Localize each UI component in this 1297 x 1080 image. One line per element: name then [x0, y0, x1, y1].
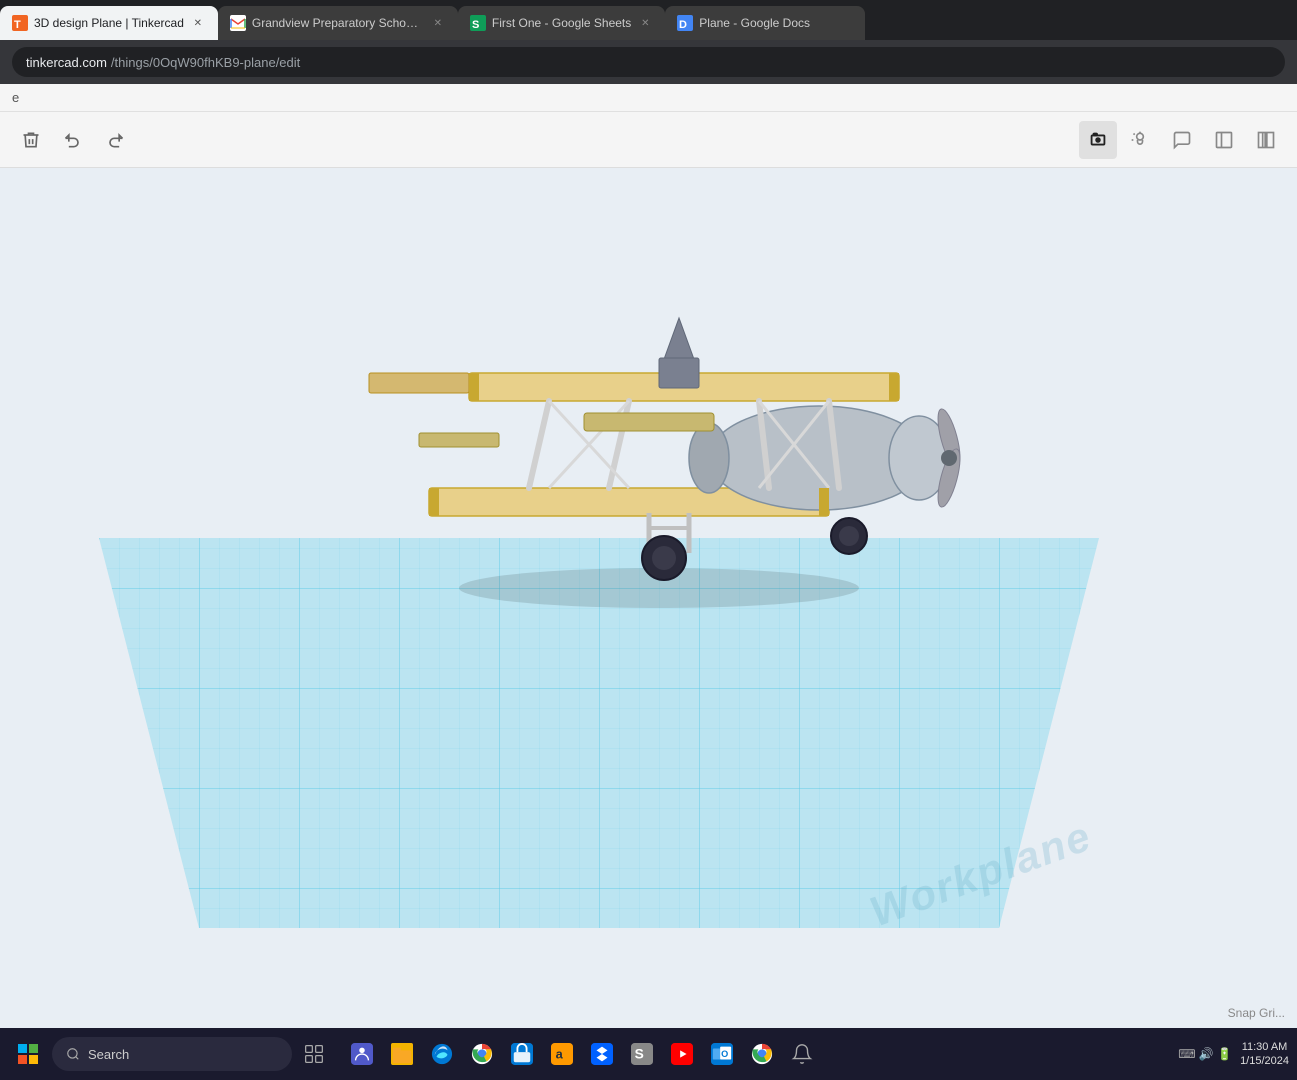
tab-sheets[interactable]: S First One - Google Sheets ✕ — [458, 6, 665, 40]
svg-text:T: T — [14, 19, 21, 31]
svg-text:a: a — [556, 1047, 564, 1062]
url-domain: tinkercad.com — [26, 55, 107, 70]
tab-sheets-title: First One - Google Sheets — [492, 16, 631, 30]
chrome-icon-2[interactable] — [744, 1036, 780, 1072]
youtube-icon[interactable] — [664, 1036, 700, 1072]
comment-button[interactable] — [1163, 121, 1201, 159]
light-button[interactable] — [1121, 121, 1159, 159]
tab-tinkercad-title: 3D design Plane | Tinkercad — [34, 16, 184, 30]
tab-gmail-close[interactable]: ✕ — [430, 15, 446, 31]
search-placeholder: Search — [88, 1047, 129, 1062]
taskbar: Search — [0, 1028, 1297, 1080]
notification-icon[interactable] — [784, 1036, 820, 1072]
teams-icon[interactable] — [344, 1036, 380, 1072]
edge-icon[interactable] — [424, 1036, 460, 1072]
delete-button[interactable] — [12, 121, 50, 159]
svg-text:D: D — [679, 19, 687, 31]
dropbox-icon[interactable] — [584, 1036, 620, 1072]
svg-text:S: S — [472, 19, 479, 31]
url-input[interactable]: tinkercad.com /things/0OqW90fhKB9-plane/… — [12, 47, 1285, 77]
tinkercad-toolbar — [0, 112, 1297, 168]
canvas-area: Workplane — [0, 168, 1297, 1028]
redo-button[interactable] — [96, 121, 134, 159]
tab-bar: T 3D design Plane | Tinkercad ✕ Grandvie… — [0, 0, 1297, 40]
export-button[interactable] — [1247, 121, 1285, 159]
view-camera-button[interactable] — [1079, 121, 1117, 159]
taskbar-search[interactable]: Search — [52, 1037, 292, 1071]
page-name-bar: e — [0, 84, 1297, 112]
scrivener-icon[interactable]: S — [624, 1036, 660, 1072]
toolbar-right — [1079, 121, 1285, 159]
tray-icons: ⌨ 🔊 🔋 — [1178, 1047, 1232, 1061]
ms-store-icon[interactable] — [504, 1036, 540, 1072]
page-name-text: e — [12, 90, 19, 105]
undo-button[interactable] — [54, 121, 92, 159]
biplane-model — [269, 218, 1029, 618]
tab-gmail[interactable]: Grandview Preparatory School M... ✕ — [218, 6, 458, 40]
outlook-icon[interactable]: O — [704, 1036, 740, 1072]
clock: 11:30 AM1/15/2024 — [1240, 1040, 1289, 1069]
tab-docs[interactable]: D Plane - Google Docs — [665, 6, 865, 40]
tab-tinkercad-close[interactable]: ✕ — [190, 15, 206, 31]
tinkercad-favicon: T — [12, 15, 28, 31]
amazon-icon[interactable]: a — [544, 1036, 580, 1072]
tab-sheets-close[interactable]: ✕ — [637, 15, 653, 31]
browser-chrome: T 3D design Plane | Tinkercad ✕ Grandvie… — [0, 0, 1297, 84]
address-bar: tinkercad.com /things/0OqW90fhKB9-plane/… — [0, 40, 1297, 84]
tab-tinkercad[interactable]: T 3D design Plane | Tinkercad ✕ — [0, 6, 218, 40]
task-view-button[interactable] — [296, 1036, 332, 1072]
start-button[interactable] — [8, 1034, 48, 1074]
file-explorer-icon[interactable] — [384, 1036, 420, 1072]
sheets-favicon: S — [470, 15, 486, 31]
tab-docs-title: Plane - Google Docs — [699, 16, 853, 30]
gmail-favicon — [230, 15, 246, 31]
url-path: /things/0OqW90fhKB9-plane/edit — [111, 55, 300, 70]
snap-grid-label: Snap Gri... — [1228, 1006, 1285, 1020]
svg-text:O: O — [721, 1049, 728, 1059]
svg-text:S: S — [635, 1047, 644, 1062]
docs-favicon: D — [677, 15, 693, 31]
taskbar-app-icons: a S — [344, 1036, 820, 1072]
system-tray: ⌨ 🔊 🔋 11:30 AM1/15/2024 — [1178, 1040, 1289, 1069]
panel-button[interactable] — [1205, 121, 1243, 159]
tab-gmail-title: Grandview Preparatory School M... — [252, 16, 424, 30]
chrome-taskbar-icon[interactable] — [464, 1036, 500, 1072]
